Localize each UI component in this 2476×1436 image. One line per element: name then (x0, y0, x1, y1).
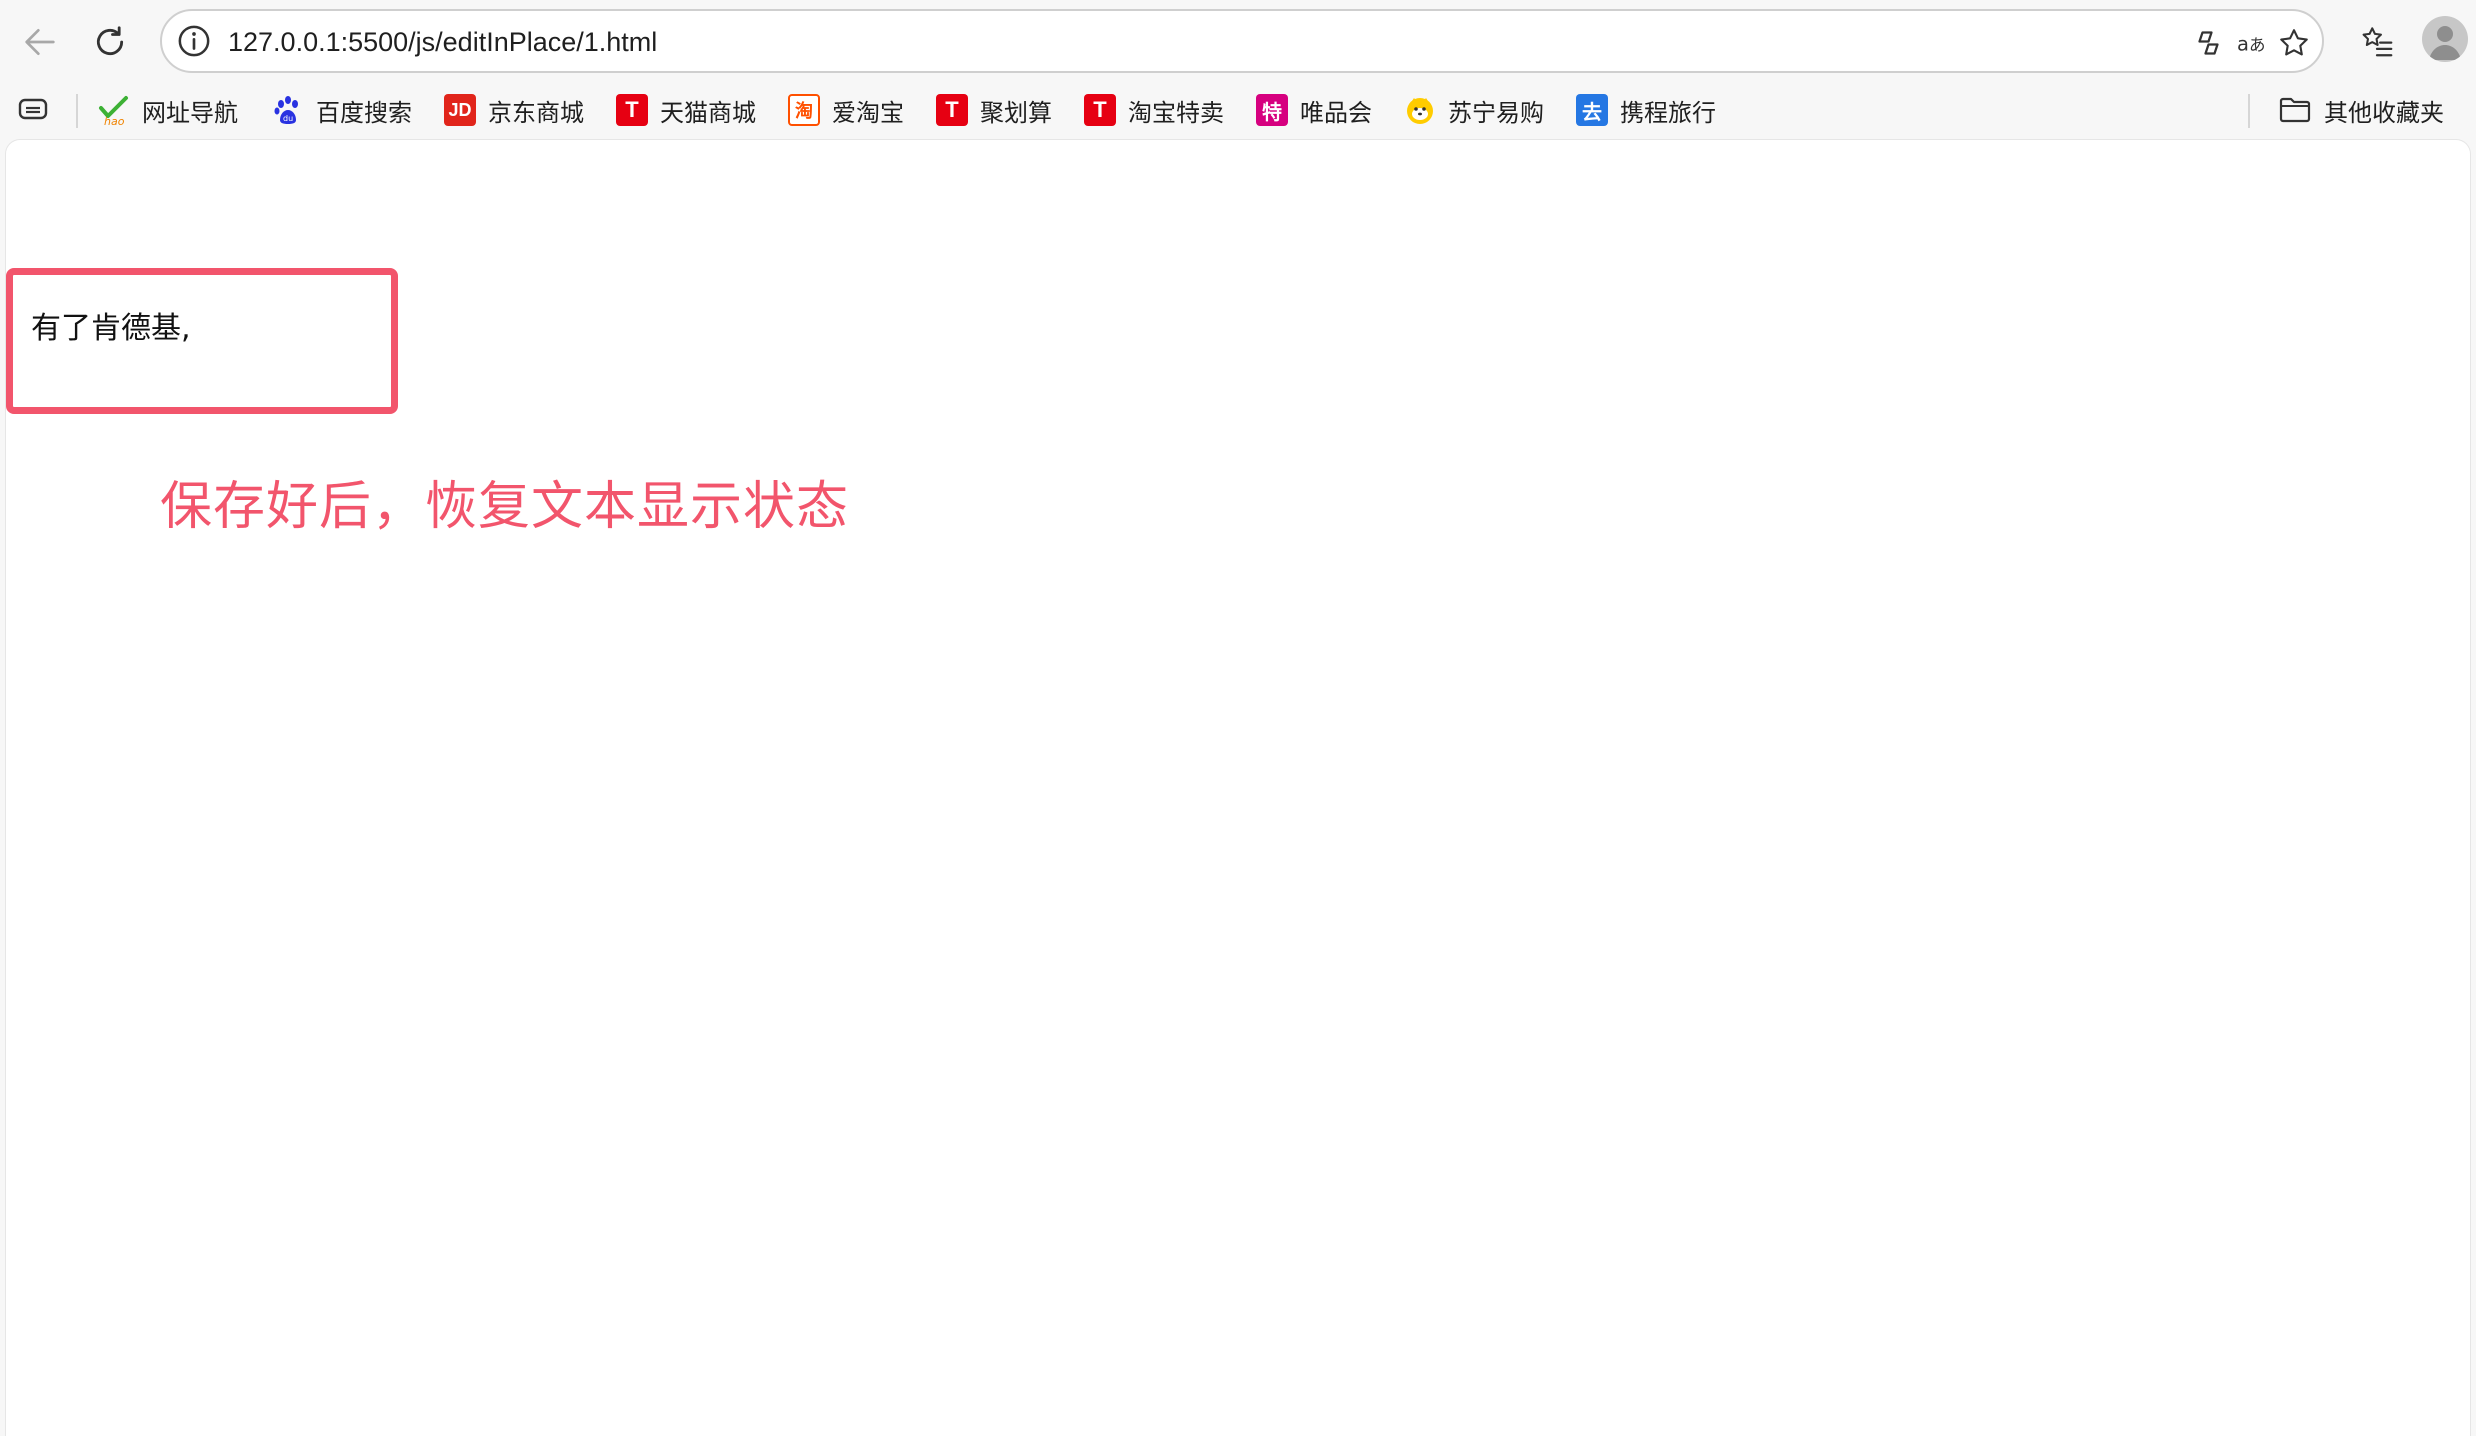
taobao-icon: 淘 (788, 94, 820, 126)
folder-icon (2279, 97, 2311, 123)
juhuasuan-icon: T (936, 94, 968, 126)
editable-text[interactable]: 有了肯德基, (31, 303, 191, 347)
bookmark-label: 爱淘宝 (832, 98, 904, 127)
svg-text:a: a (2237, 33, 2249, 56)
bookmark-label: 苏宁易购 (1448, 98, 1544, 127)
star-icon (2280, 29, 2308, 56)
apps-icon[interactable] (18, 96, 50, 124)
favorites-icon (2362, 27, 2393, 57)
browser-toolbar: 127.0.0.1:5500/js/editInPlace/1.html a あ (0, 0, 2476, 82)
svg-text:hao: hao (104, 115, 125, 126)
bookmark-label: 天猫商城 (660, 98, 756, 127)
bookmark-label: 聚划算 (980, 98, 1052, 127)
bookmark-label: 百度搜索 (316, 98, 412, 127)
bookmarks-bar: hao 网址导航 du 百度搜索 JD 京东商城 T 天猫商城 淘 爱淘宝 T … (0, 86, 2476, 134)
bookmarks-divider (76, 94, 78, 128)
favorite-star-button[interactable] (2272, 21, 2316, 65)
annotation-text: 保存好后，恢复文本显示状态 (160, 477, 850, 537)
baidu-paw-icon: du (272, 94, 304, 126)
bookmark-label: 携程旅行 (1620, 98, 1716, 127)
hao-nav-icon: hao (98, 94, 130, 126)
taobao-temai-icon: T (1084, 94, 1116, 126)
svg-text:du: du (283, 114, 293, 123)
bookmark-aitaobao[interactable]: 淘 爱淘宝 (788, 90, 904, 130)
bookmark-juhuasuan[interactable]: T 聚划算 (936, 90, 1052, 130)
svg-text:あ: あ (2249, 36, 2266, 55)
edit-in-place-box[interactable]: 有了肯德基, (6, 268, 398, 414)
bookmark-jd[interactable]: JD 京东商城 (444, 90, 584, 130)
copilot-icon (2198, 31, 2219, 55)
vip-icon: 特 (1256, 94, 1288, 126)
back-button[interactable] (8, 10, 72, 74)
bookmark-label: 京东商城 (488, 98, 584, 127)
arrow-left-icon (25, 29, 55, 56)
other-favorites-folder[interactable]: 其他收藏夹 (2278, 90, 2444, 130)
translate-icon: a あ (2237, 33, 2266, 56)
suning-icon (1404, 94, 1436, 126)
bookmarks-divider (2248, 94, 2250, 128)
reload-button[interactable] (78, 10, 142, 74)
reload-icon (96, 26, 124, 56)
other-favorites-label: 其他收藏夹 (2324, 98, 2444, 127)
bookmark-vip[interactable]: 特 唯品会 (1256, 90, 1372, 130)
bookmark-tmall[interactable]: T 天猫商城 (616, 90, 756, 130)
profile-avatar-icon[interactable] (2422, 16, 2468, 62)
bookmark-taobao-temai[interactable]: T 淘宝特卖 (1084, 90, 1224, 130)
info-icon[interactable] (174, 21, 214, 61)
translate-button[interactable]: a あ (2230, 21, 2274, 65)
bookmark-hao-nav[interactable]: hao 网址导航 (98, 90, 238, 130)
bookmark-label: 淘宝特卖 (1128, 98, 1224, 127)
bookmark-label: 网址导航 (142, 98, 238, 127)
page-content: 有了肯德基, 保存好后，恢复文本显示状态 (6, 140, 2470, 1436)
ctrip-icon: 去 (1576, 94, 1608, 126)
favorites-button[interactable] (2350, 14, 2404, 68)
bookmark-suning[interactable]: 苏宁易购 (1404, 90, 1544, 130)
bookmark-label: 唯品会 (1300, 98, 1372, 127)
tmall-icon: T (616, 94, 648, 126)
bookmark-baidu[interactable]: du 百度搜索 (272, 90, 412, 130)
url-text[interactable]: 127.0.0.1:5500/js/editInPlace/1.html (228, 23, 657, 61)
address-bar[interactable]: 127.0.0.1:5500/js/editInPlace/1.html a あ (160, 9, 2324, 73)
bookmark-ctrip[interactable]: 去 携程旅行 (1576, 90, 1716, 130)
jd-icon: JD (444, 94, 476, 126)
copilot-button[interactable] (2188, 21, 2232, 65)
